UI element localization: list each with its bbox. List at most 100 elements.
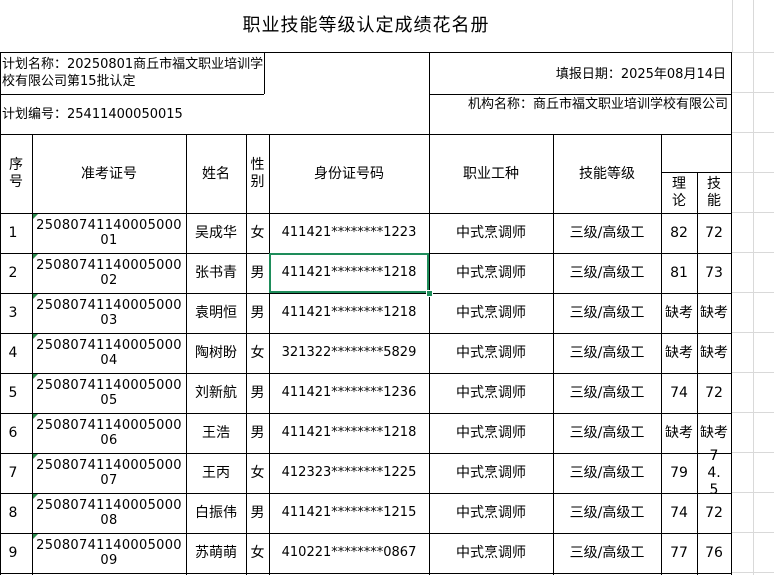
cell-exam-no[interactable]: 2508074114000500001 [32,213,186,253]
cell-id-no[interactable]: 412323********1225 [269,453,429,493]
cell-theory[interactable]: 81 [661,253,697,293]
cell-exam-no[interactable]: 2508074114000500008 [32,493,186,533]
cell-id-no[interactable]: 411421********1218 [269,253,429,293]
selection-fill-handle[interactable] [426,290,433,297]
cell-occupation[interactable]: 中式烹调师 [429,413,553,453]
cell-seq[interactable]: 9 [0,533,32,573]
cell-level[interactable]: 三级/高级工 [553,413,661,453]
cell-name[interactable]: 张书青 [186,253,246,293]
cell-seq[interactable]: 5 [0,373,32,413]
cell-name[interactable]: 陶树盼 [186,333,246,373]
header-gender[interactable]: 性别 [246,135,269,213]
cell-seq[interactable]: 8 [0,493,32,533]
cell-level[interactable]: 三级/高级工 [553,453,661,493]
grid-line [553,134,554,575]
cell-occupation[interactable]: 中式烹调师 [429,373,553,413]
cell-occupation[interactable]: 中式烹调师 [429,453,553,493]
cell-level[interactable]: 三级/高级工 [553,533,661,573]
cell-occupation[interactable]: 中式烹调师 [429,493,553,533]
cell-id-no[interactable]: 411421********1223 [269,213,429,253]
cell-seq[interactable]: 2 [0,253,32,293]
cell-id-no[interactable]: 411421********1236 [269,373,429,413]
cell-theory[interactable]: 74 [661,493,697,533]
cell-skill[interactable]: 74.5 [697,448,731,498]
cell-id-no[interactable]: 411421********1218 [269,413,429,453]
cell-theory[interactable]: 82 [661,213,697,253]
cell-seq[interactable]: 6 [0,413,32,453]
cell-level[interactable]: 三级/高级工 [553,493,661,533]
cell-theory[interactable]: 74 [661,373,697,413]
cell-occupation[interactable]: 中式烹调师 [429,333,553,373]
grid-line [732,0,733,52]
cell-name[interactable]: 王丙 [186,453,246,493]
cell-exam-no[interactable]: 2508074114000500006 [32,413,186,453]
cell-skill[interactable]: 72 [697,373,731,413]
cell-level[interactable]: 三级/高级工 [553,373,661,413]
grid-line [0,94,264,95]
cell-level[interactable]: 三级/高级工 [553,333,661,373]
cell-exam-no[interactable]: 2508074114000500007 [32,453,186,493]
org-name-cell[interactable]: 机构名称：商丘市福文职业培训学校有限公司 [432,96,730,134]
cell-occupation[interactable]: 中式烹调师 [429,533,553,573]
cell-exam-no[interactable]: 2508074114000500005 [32,373,186,413]
cell-gender[interactable]: 女 [246,533,269,573]
cell-name[interactable]: 苏萌萌 [186,533,246,573]
header-exam-no[interactable]: 准考证号 [32,135,186,213]
plan-name-cell[interactable]: 计划名称：20250801商丘市福文职业培训学校有限公司第15批认定 [2,56,264,94]
cell-gender[interactable]: 女 [246,333,269,373]
cell-gender[interactable]: 男 [246,493,269,533]
header-theory[interactable]: 理论 [661,172,697,213]
cell-id-no[interactable]: 321322********5829 [269,333,429,373]
cell-level[interactable]: 三级/高级工 [553,293,661,333]
cell-name[interactable]: 白振伟 [186,493,246,533]
cell-seq[interactable]: 7 [0,453,32,493]
cell-id-no[interactable]: 411421********1215 [269,493,429,533]
grid-line [0,493,732,494]
cell-seq[interactable]: 4 [0,333,32,373]
cell-occupation[interactable]: 中式烹调师 [429,293,553,333]
sheet-title[interactable]: 职业技能等级认定成绩花名册 [0,0,732,52]
cell-theory[interactable]: 79 [661,453,697,493]
cell-gender[interactable]: 女 [246,453,269,493]
plan-no-cell[interactable]: 计划编号：25411400050015 [2,96,426,134]
grid-line [32,134,33,575]
header-level[interactable]: 技能等级 [553,135,661,213]
cell-theory[interactable]: 缺考 [661,333,697,373]
cell-level[interactable]: 三级/高级工 [553,253,661,293]
cell-skill[interactable]: 缺考 [697,293,731,333]
cell-id-no[interactable]: 410221********0867 [269,533,429,573]
cell-skill[interactable]: 73 [697,253,731,293]
cell-exam-no[interactable]: 2508074114000500004 [32,333,186,373]
cell-id-no[interactable]: 411421********1218 [269,293,429,333]
cell-exam-no[interactable]: 2508074114000500009 [32,533,186,573]
header-occupation[interactable]: 职业工种 [429,135,553,213]
cell-seq[interactable]: 1 [0,213,32,253]
cell-exam-no[interactable]: 2508074114000500003 [32,293,186,333]
cell-theory[interactable]: 缺考 [661,293,697,333]
cell-gender[interactable]: 男 [246,413,269,453]
cell-occupation[interactable]: 中式烹调师 [429,213,553,253]
cell-level[interactable]: 三级/高级工 [553,213,661,253]
header-seq[interactable]: 序号 [0,135,32,213]
cell-exam-no[interactable]: 2508074114000500002 [32,253,186,293]
cell-gender[interactable]: 男 [246,253,269,293]
cell-skill[interactable]: 缺考 [697,333,731,373]
header-name[interactable]: 姓名 [186,135,246,213]
cell-name[interactable]: 吴成华 [186,213,246,253]
cell-occupation[interactable]: 中式烹调师 [429,253,553,293]
cell-name[interactable]: 王浩 [186,413,246,453]
cell-seq[interactable]: 3 [0,293,32,333]
cell-skill[interactable]: 76 [697,533,731,573]
cell-skill[interactable]: 72 [697,493,731,533]
cell-gender[interactable]: 女 [246,213,269,253]
cell-gender[interactable]: 男 [246,293,269,333]
cell-name[interactable]: 刘新航 [186,373,246,413]
header-id-no[interactable]: 身份证号码 [269,135,429,213]
cell-name[interactable]: 袁明恒 [186,293,246,333]
fill-date-cell[interactable]: 填报日期：2025年08月14日 [430,56,730,94]
cell-theory[interactable]: 缺考 [661,413,697,453]
cell-skill[interactable]: 72 [697,213,731,253]
header-skill[interactable]: 技能 [697,172,731,213]
cell-gender[interactable]: 男 [246,373,269,413]
cell-theory[interactable]: 77 [661,533,697,573]
